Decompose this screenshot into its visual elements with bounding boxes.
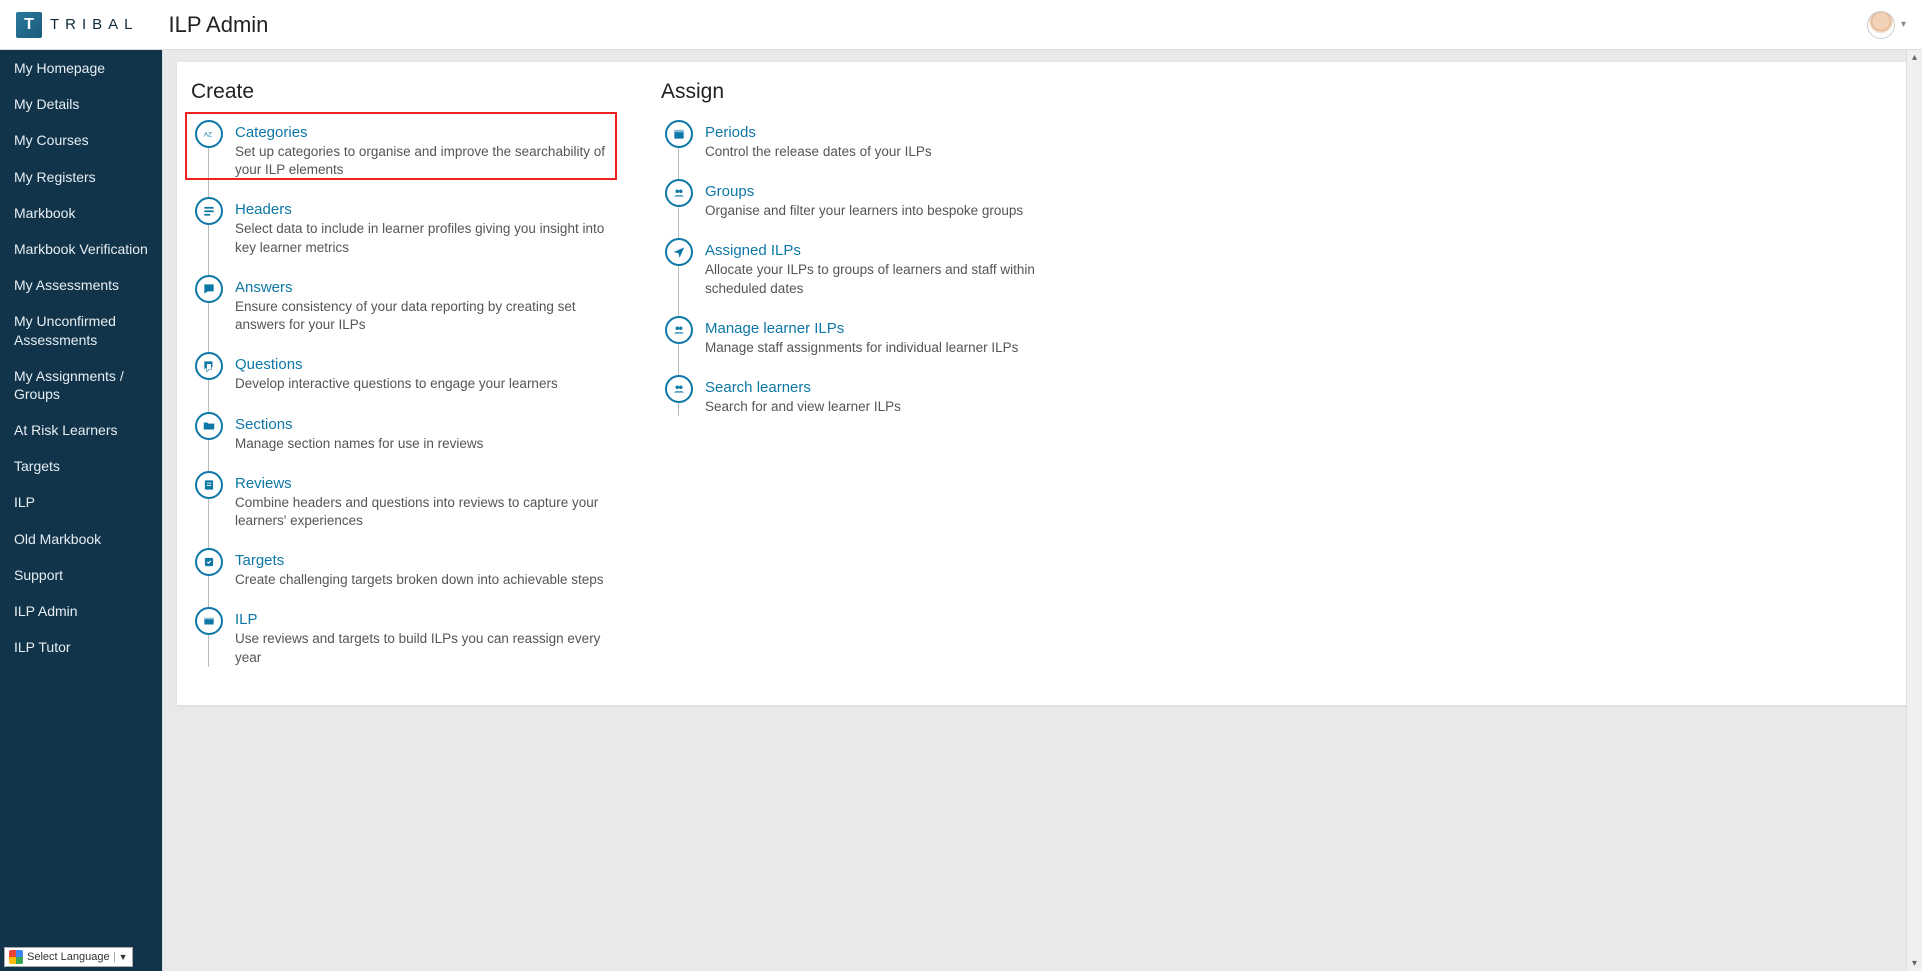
assign-item-periods[interactable]: Periods Control the release dates of you… <box>665 116 1091 175</box>
create-desc-reviews: Combine headers and questions into revie… <box>235 494 621 530</box>
create-link-ilp[interactable]: ILP <box>235 611 621 628</box>
content-card: Create AZ Categories Set up categories t… <box>177 62 1908 705</box>
page-title: ILP Admin <box>169 12 269 38</box>
assign-column: Assign Periods Control the release dates… <box>661 80 1091 681</box>
headers-icon <box>195 197 223 225</box>
ilp-icon <box>195 607 223 635</box>
brand-logo[interactable]: T TRIBAL <box>16 12 139 38</box>
assign-desc-periods: Control the release dates of your ILPs <box>705 143 1091 161</box>
avatar-menu-caret-icon[interactable]: ▾ <box>1901 19 1906 30</box>
language-selector-label: Select Language <box>27 951 110 963</box>
google-translate-icon <box>9 950 23 964</box>
create-item-sections[interactable]: Sections Manage section names for use in… <box>195 408 621 467</box>
calendar-icon <box>665 120 693 148</box>
sidebar-item-my-assessments[interactable]: My Assessments <box>0 267 162 303</box>
sidebar-item-ilp[interactable]: ILP <box>0 484 162 520</box>
questions-icon <box>195 352 223 380</box>
sidebar-item-my-courses[interactable]: My Courses <box>0 122 162 158</box>
target-icon <box>195 548 223 576</box>
vertical-scrollbar[interactable]: ▴ ▾ <box>1906 50 1922 971</box>
answers-icon <box>195 275 223 303</box>
create-heading: Create <box>191 80 621 104</box>
assign-desc-search-learners: Search for and view learner ILPs <box>705 398 1091 416</box>
create-desc-answers: Ensure consistency of your data reportin… <box>235 298 621 334</box>
az-icon: AZ <box>195 120 223 148</box>
create-item-categories[interactable]: AZ Categories Set up categories to organ… <box>195 116 621 193</box>
sidebar-item-old-markbook[interactable]: Old Markbook <box>0 521 162 557</box>
assign-item-groups[interactable]: Groups Organise and filter your learners… <box>665 175 1091 234</box>
create-link-categories[interactable]: Categories <box>235 124 621 141</box>
reviews-icon <box>195 471 223 499</box>
assign-link-search-learners[interactable]: Search learners <box>705 379 1091 396</box>
create-desc-sections: Manage section names for use in reviews <box>235 435 621 453</box>
topbar: T TRIBAL ILP Admin ▾ <box>0 0 1922 50</box>
assign-link-groups[interactable]: Groups <box>705 183 1091 200</box>
create-timeline: AZ Categories Set up categories to organ… <box>195 116 621 681</box>
create-link-headers[interactable]: Headers <box>235 201 621 218</box>
group-icon <box>665 179 693 207</box>
create-desc-headers: Select data to include in learner profil… <box>235 220 621 256</box>
assign-timeline: Periods Control the release dates of you… <box>665 116 1091 430</box>
sidebar-item-markbook[interactable]: Markbook <box>0 195 162 231</box>
group-icon <box>665 316 693 344</box>
create-link-sections[interactable]: Sections <box>235 416 621 433</box>
brand-logo-text: TRIBAL <box>50 16 139 33</box>
create-desc-targets: Create challenging targets broken down i… <box>235 571 621 589</box>
group-icon <box>665 375 693 403</box>
sidebar-item-at-risk-learners[interactable]: At Risk Learners <box>0 412 162 448</box>
create-link-answers[interactable]: Answers <box>235 279 621 296</box>
sidebar-item-my-details[interactable]: My Details <box>0 86 162 122</box>
create-link-reviews[interactable]: Reviews <box>235 475 621 492</box>
main-content: Create AZ Categories Set up categories t… <box>162 50 1922 971</box>
svg-text:AZ: AZ <box>204 131 212 138</box>
create-column: Create AZ Categories Set up categories t… <box>191 80 621 681</box>
sidebar-item-support[interactable]: Support <box>0 557 162 593</box>
assign-desc-assigned-ilps: Allocate your ILPs to groups of learners… <box>705 261 1091 297</box>
assign-link-manage-learner-ilps[interactable]: Manage learner ILPs <box>705 320 1091 337</box>
create-item-questions[interactable]: Questions Develop interactive questions … <box>195 348 621 407</box>
assign-desc-manage-learner-ilps: Manage staff assignments for individual … <box>705 339 1091 357</box>
avatar[interactable] <box>1867 11 1895 39</box>
create-link-targets[interactable]: Targets <box>235 552 621 569</box>
brand-logo-icon: T <box>16 12 42 38</box>
assign-item-search-learners[interactable]: Search learners Search for and view lear… <box>665 371 1091 430</box>
assign-desc-groups: Organise and filter your learners into b… <box>705 202 1091 220</box>
create-item-headers[interactable]: Headers Select data to include in learne… <box>195 193 621 270</box>
create-desc-ilp: Use reviews and targets to build ILPs yo… <box>235 630 621 666</box>
create-desc-categories: Set up categories to organise and improv… <box>235 143 621 179</box>
sidebar-item-my-registers[interactable]: My Registers <box>0 159 162 195</box>
chevron-down-icon: ▼ <box>114 952 128 962</box>
create-link-questions[interactable]: Questions <box>235 356 621 373</box>
sidebar-item-my-assignments-groups[interactable]: My Assignments / Groups <box>0 358 162 412</box>
assign-item-assigned-ilps[interactable]: Assigned ILPs Allocate your ILPs to grou… <box>665 234 1091 311</box>
sidebar-item-my-homepage[interactable]: My Homepage <box>0 50 162 86</box>
topbar-right: ▾ <box>1867 11 1906 39</box>
sidebar: My Homepage My Details My Courses My Reg… <box>0 50 162 971</box>
create-item-reviews[interactable]: Reviews Combine headers and questions in… <box>195 467 621 544</box>
create-item-targets[interactable]: Targets Create challenging targets broke… <box>195 544 621 603</box>
assign-link-periods[interactable]: Periods <box>705 124 1091 141</box>
sidebar-item-ilp-tutor[interactable]: ILP Tutor <box>0 629 162 665</box>
assign-item-manage-learner-ilps[interactable]: Manage learner ILPs Manage staff assignm… <box>665 312 1091 371</box>
create-item-ilp[interactable]: ILP Use reviews and targets to build ILP… <box>195 603 621 680</box>
send-icon <box>665 238 693 266</box>
create-desc-questions: Develop interactive questions to engage … <box>235 375 621 393</box>
folder-icon <box>195 412 223 440</box>
assign-link-assigned-ilps[interactable]: Assigned ILPs <box>705 242 1091 259</box>
sidebar-item-ilp-admin[interactable]: ILP Admin <box>0 593 162 629</box>
language-selector[interactable]: Select Language ▼ <box>4 947 133 967</box>
assign-heading: Assign <box>661 80 1091 104</box>
sidebar-item-my-unconfirmed-assessments[interactable]: My Unconfirmed Assessments <box>0 303 162 357</box>
scroll-up-icon[interactable]: ▴ <box>1912 52 1917 63</box>
sidebar-item-markbook-verification[interactable]: Markbook Verification <box>0 231 162 267</box>
create-item-answers[interactable]: Answers Ensure consistency of your data … <box>195 271 621 348</box>
scroll-down-icon[interactable]: ▾ <box>1912 958 1917 969</box>
sidebar-item-targets[interactable]: Targets <box>0 448 162 484</box>
